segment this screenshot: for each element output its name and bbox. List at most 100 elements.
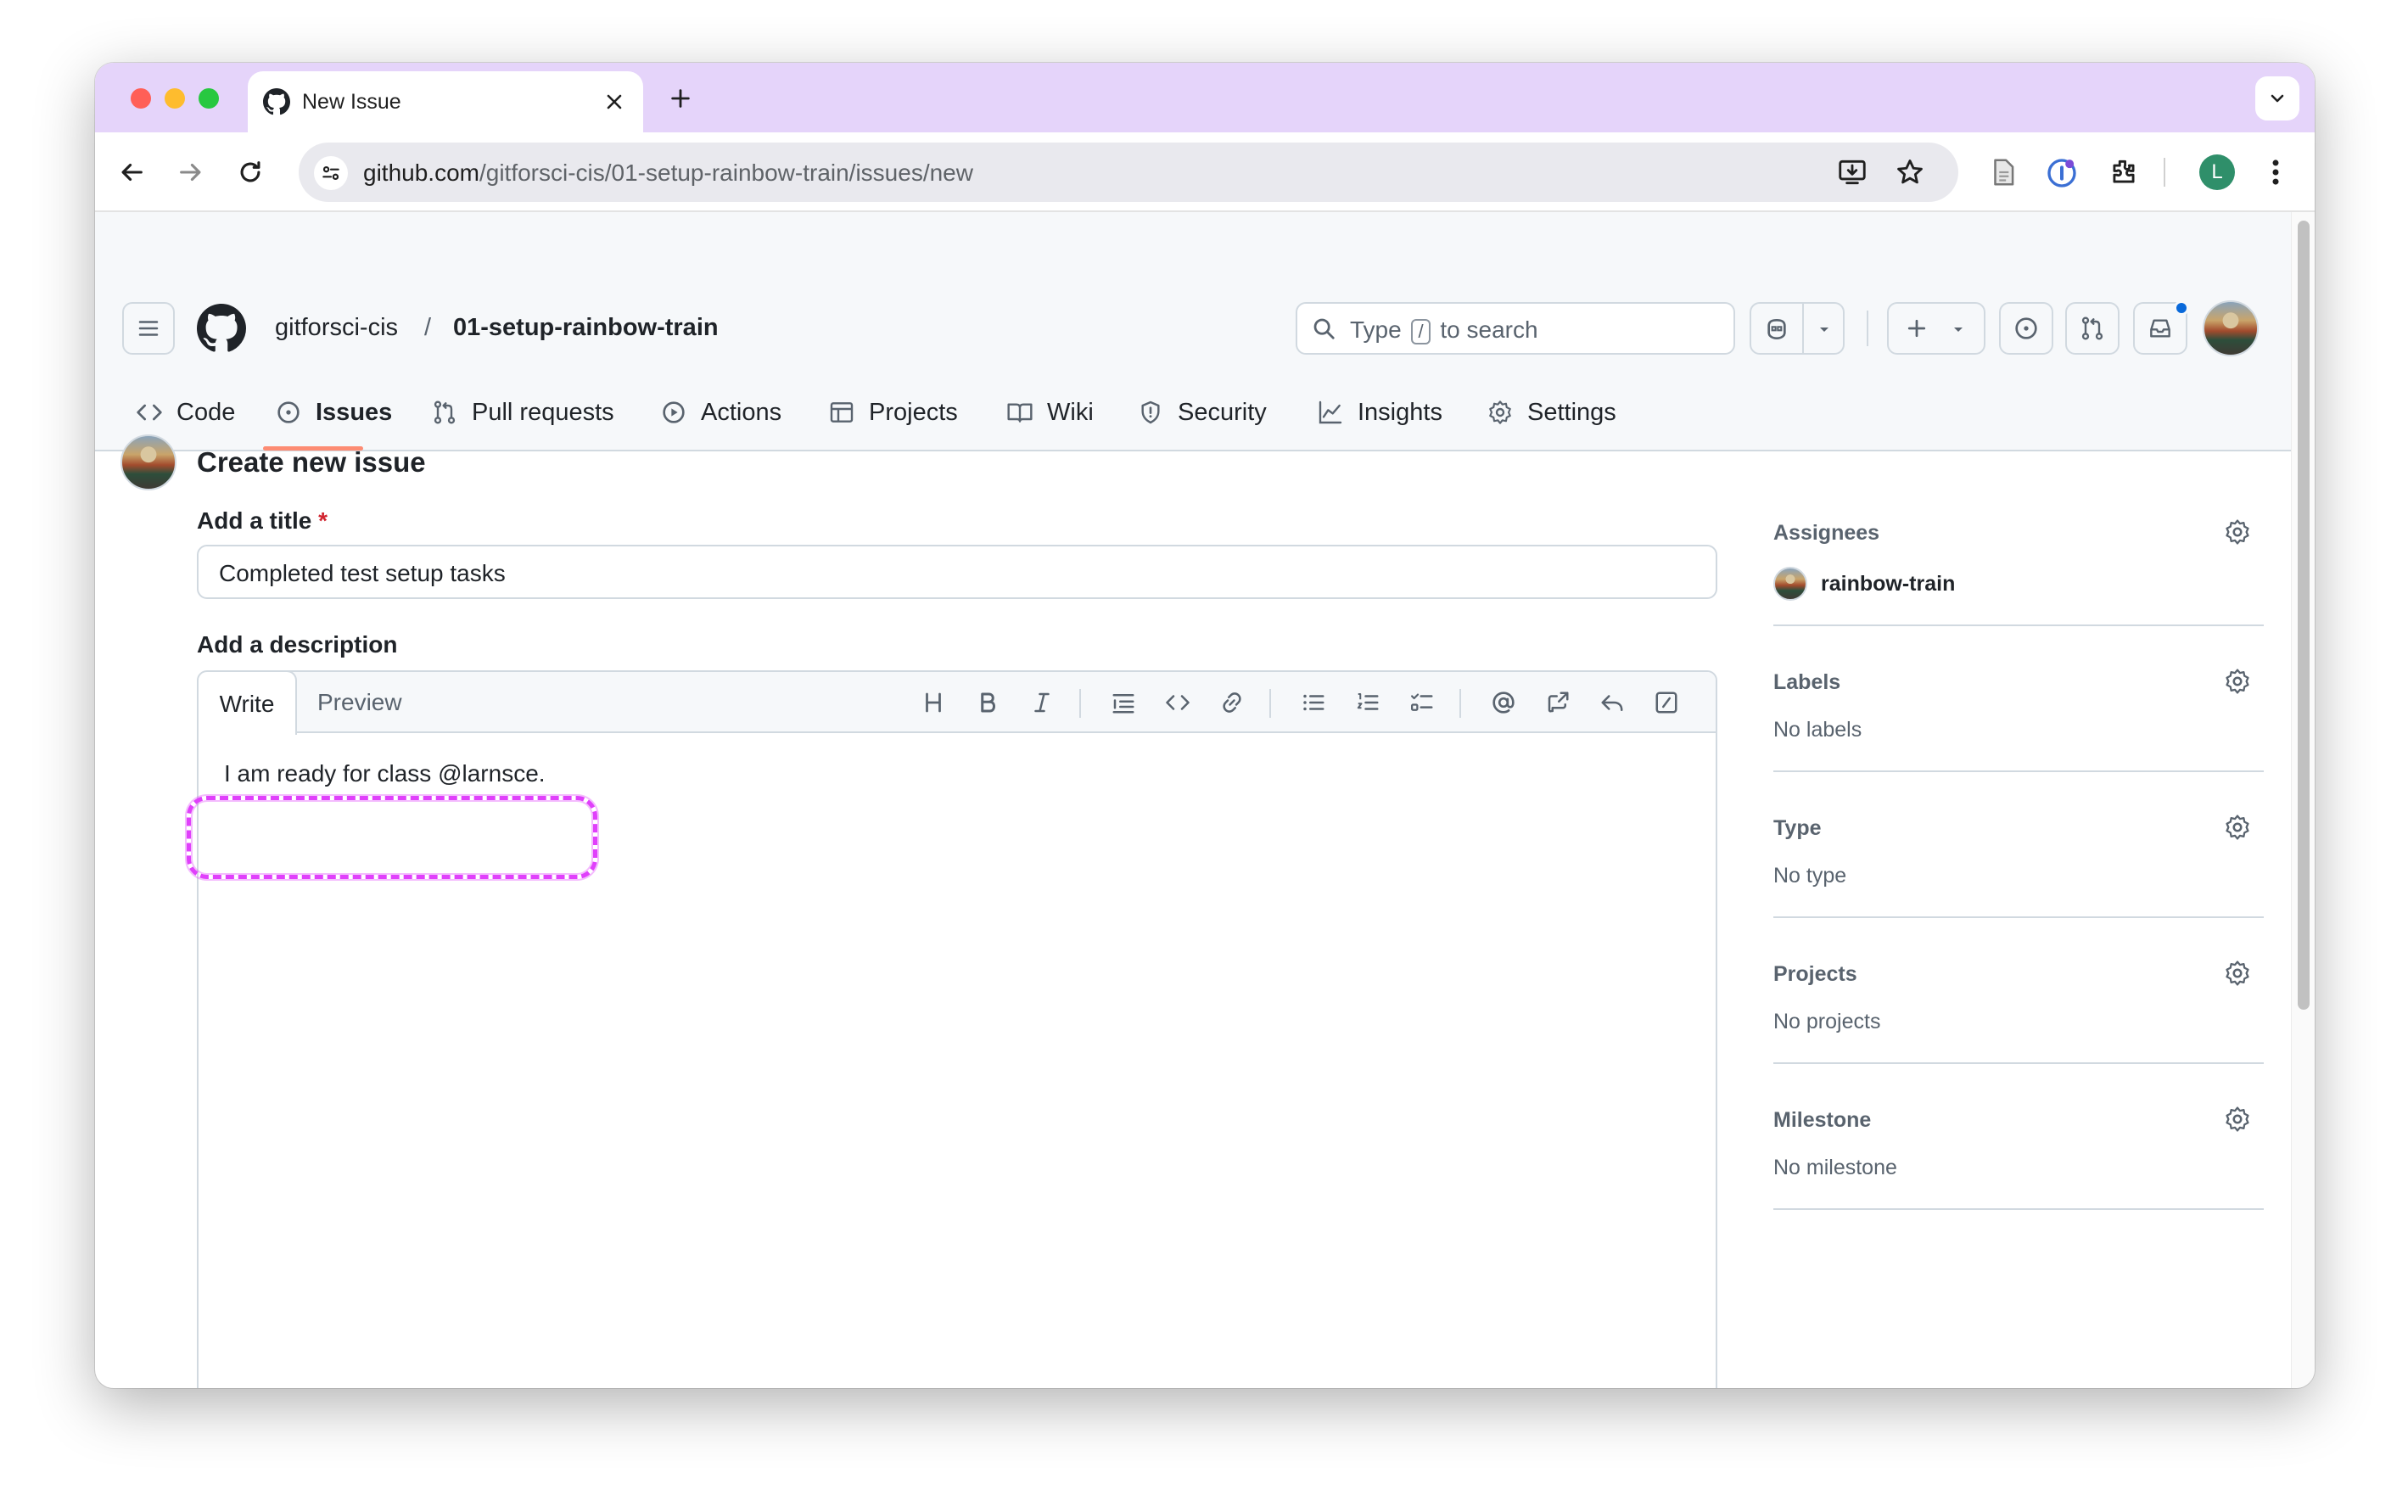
toolbar-separator	[1459, 689, 1461, 718]
sidebar-divider	[1773, 1062, 2264, 1064]
copilot-divider	[1802, 304, 1804, 353]
toolbar-separator	[1079, 689, 1081, 718]
unordered-list-icon[interactable]	[1298, 687, 1329, 718]
tab-issues[interactable]: Issues	[275, 387, 392, 438]
search-suffix: to search	[1440, 316, 1538, 343]
tab-search-chevron-icon[interactable]	[2255, 76, 2299, 120]
heading-icon[interactable]	[918, 687, 949, 718]
browser-tab[interactable]: New Issue	[248, 71, 643, 132]
breadcrumb-owner[interactable]: gitforsci-cis	[275, 314, 398, 342]
type-value: No type	[1773, 864, 1847, 888]
github-logo-icon[interactable]	[197, 304, 246, 353]
search-icon	[1311, 316, 1336, 341]
github-header: gitforsci-cis / 01-setup-rainbow-train T…	[95, 212, 2291, 451]
italic-icon[interactable]	[1027, 687, 1057, 718]
create-new-button[interactable]	[1887, 302, 1985, 355]
shield-icon	[1141, 400, 1160, 424]
description-editor: Write Preview I am ready for class @larn…	[197, 670, 1717, 1388]
profile-avatar[interactable]: L	[2199, 154, 2235, 190]
assignees-gear-icon[interactable]	[2223, 518, 2252, 546]
extensions-puzzle-icon[interactable]	[2108, 156, 2140, 188]
link-icon[interactable]	[1217, 687, 1247, 718]
ordered-list-icon[interactable]	[1352, 687, 1383, 718]
close-tab-icon[interactable]	[604, 92, 624, 112]
tab-code[interactable]: Code	[136, 387, 235, 438]
install-app-icon[interactable]	[1836, 156, 1868, 188]
description-label: Add a description	[197, 631, 398, 658]
triangle-down-icon[interactable]	[1814, 319, 1834, 339]
user-avatar[interactable]	[2203, 300, 2259, 356]
scrollbar-thumb[interactable]	[2298, 221, 2310, 1010]
tab-preview[interactable]: Preview	[317, 672, 402, 733]
tab-actions[interactable]: Actions	[660, 387, 781, 438]
slash-commands-icon[interactable]	[1651, 687, 1682, 718]
reply-icon[interactable]	[1597, 687, 1627, 718]
search-prefix: Type	[1350, 316, 1402, 343]
title-input[interactable]: Completed test setup tasks	[197, 545, 1717, 599]
milestone-gear-icon[interactable]	[2223, 1105, 2252, 1134]
reload-icon[interactable]	[236, 158, 265, 187]
tab-pull-requests-label: Pull requests	[472, 398, 614, 426]
description-textarea[interactable]: I am ready for class @larnsce.	[224, 760, 546, 787]
table-icon	[830, 402, 854, 423]
tab-pull-requests[interactable]: Pull requests	[431, 387, 614, 438]
tab-insights[interactable]: Insights	[1317, 387, 1442, 438]
bookmark-star-icon[interactable]	[1894, 156, 1926, 188]
task-list-icon[interactable]	[1407, 687, 1437, 718]
copilot-button[interactable]	[1750, 302, 1845, 355]
address-bar[interactable]: github.com/gitforsci-cis/01-setup-rainbo…	[299, 143, 1958, 202]
forward-arrow-icon[interactable]	[176, 158, 205, 187]
header-divider	[1867, 311, 1868, 346]
sidebar-divider	[1773, 624, 2264, 626]
issues-button[interactable]	[1999, 302, 2053, 355]
quote-icon[interactable]	[1108, 687, 1139, 718]
git-pull-request-icon	[434, 400, 456, 424]
minimize-window-button[interactable]	[165, 88, 185, 109]
labels-gear-icon[interactable]	[2223, 667, 2252, 696]
tab-wiki[interactable]: Wiki	[1006, 387, 1094, 438]
projects-gear-icon[interactable]	[2223, 959, 2252, 988]
browser-menu-icon[interactable]	[2267, 156, 2284, 188]
graph-icon	[1319, 400, 1342, 424]
bold-icon[interactable]	[972, 687, 1003, 718]
book-icon	[1007, 403, 1033, 423]
tab-projects-label: Projects	[869, 398, 958, 426]
gear-icon	[1489, 400, 1511, 424]
close-window-button[interactable]	[131, 88, 151, 109]
tab-insights-label: Insights	[1358, 398, 1442, 426]
annotation-highlight	[187, 796, 597, 879]
assignee-name[interactable]: rainbow-train	[1821, 572, 1955, 596]
password-manager-extension-icon[interactable]	[2045, 156, 2079, 190]
code-icon	[137, 404, 162, 421]
assignees-heading: Assignees	[1773, 521, 1880, 545]
zoom-window-button[interactable]	[199, 88, 219, 109]
type-gear-icon[interactable]	[2223, 813, 2252, 842]
notification-dot	[2174, 300, 2189, 316]
breadcrumb-repo[interactable]: 01-setup-rainbow-train	[453, 314, 719, 342]
assignee-avatar	[1773, 567, 1807, 601]
tab-actions-label: Actions	[701, 398, 782, 426]
site-info-icon[interactable]	[314, 156, 348, 190]
plus-icon	[1904, 316, 1929, 341]
tab-settings[interactable]: Settings	[1487, 387, 1616, 438]
tab-projects[interactable]: Projects	[828, 387, 958, 438]
url-text[interactable]: github.com/gitforsci-cis/01-setup-rainbo…	[363, 160, 973, 187]
hamburger-menu-icon[interactable]	[122, 302, 175, 355]
toolbar-divider	[2164, 158, 2165, 187]
url-host: github.com	[363, 160, 479, 186]
code-icon[interactable]	[1162, 687, 1193, 718]
page-title: Create new issue	[197, 446, 426, 478]
reading-mode-icon[interactable]	[1987, 156, 2019, 188]
new-tab-icon[interactable]	[669, 87, 692, 110]
tab-write[interactable]: Write	[199, 672, 297, 735]
issue-opened-icon	[277, 401, 300, 423]
cross-reference-icon[interactable]	[1543, 687, 1573, 718]
back-arrow-icon[interactable]	[117, 158, 146, 187]
search-input[interactable]: Type / to search	[1296, 302, 1735, 355]
mention-icon[interactable]	[1488, 687, 1519, 718]
tab-issues-label: Issues	[316, 398, 393, 426]
tab-security[interactable]: Security	[1137, 387, 1267, 438]
milestone-value: No milestone	[1773, 1156, 1897, 1179]
author-avatar	[120, 434, 176, 490]
pull-requests-button[interactable]	[2065, 302, 2120, 355]
